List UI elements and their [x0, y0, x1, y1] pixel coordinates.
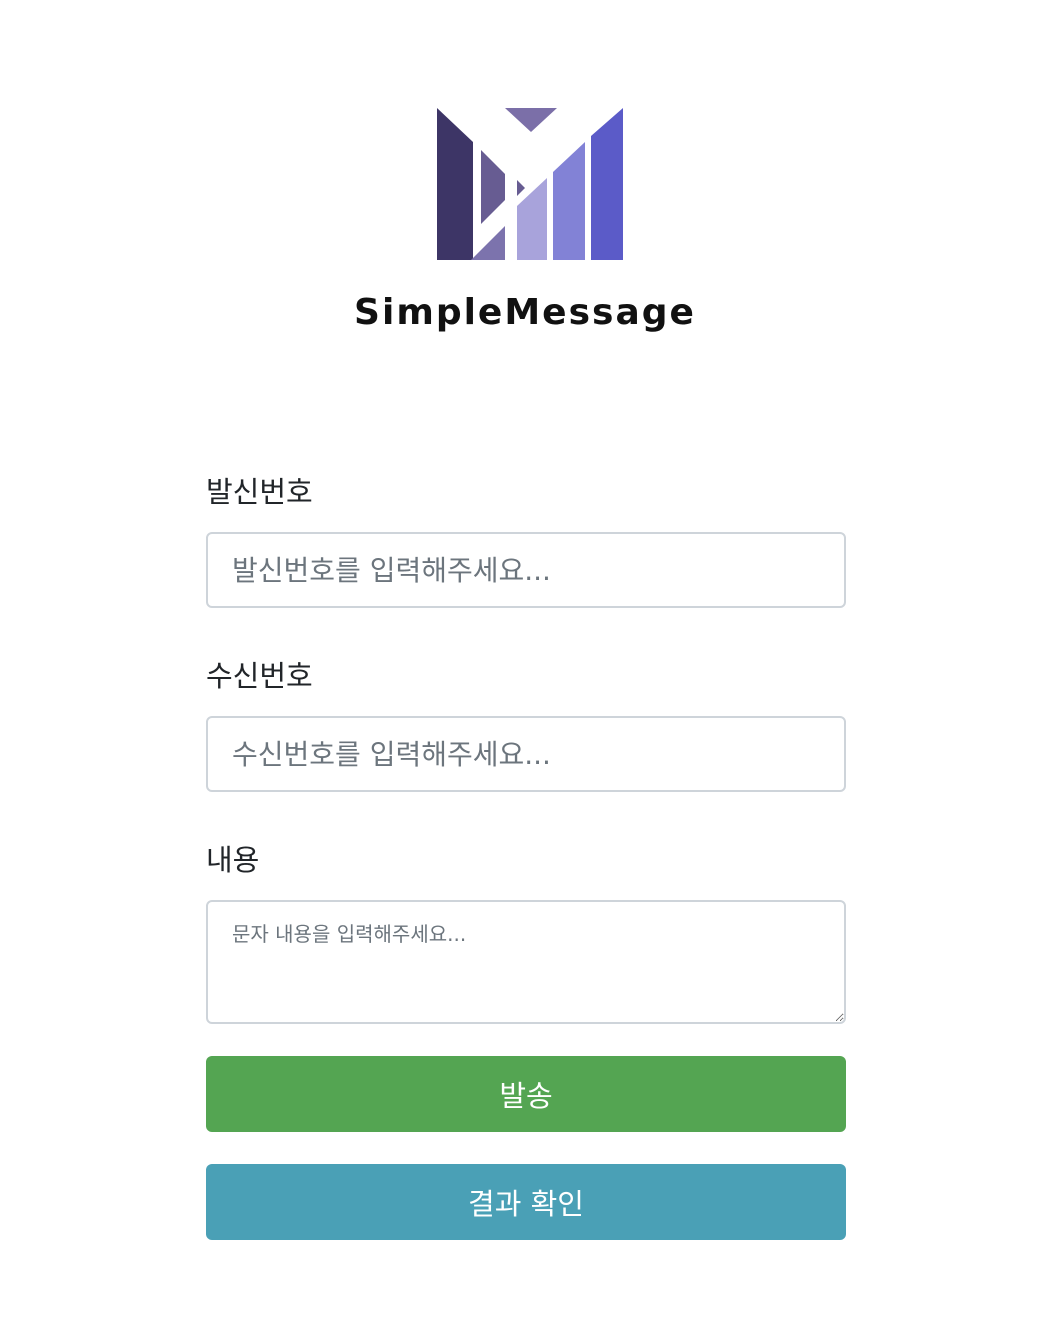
logo-text: SimpleMessage — [354, 292, 696, 333]
sender-number-input[interactable] — [206, 532, 846, 608]
logo: SimpleMessage — [0, 100, 1050, 333]
content-label: 내용 — [206, 843, 260, 877]
check-result-button[interactable]: 결과 확인 — [206, 1164, 846, 1240]
sender-group: 발신번호 — [206, 470, 846, 608]
receiver-label: 수신번호 — [206, 659, 313, 693]
receiver-group: 수신번호 — [206, 654, 846, 792]
logo-mark-icon — [437, 108, 623, 260]
send-button[interactable]: 발송 — [206, 1056, 846, 1132]
sender-label: 발신번호 — [206, 475, 313, 509]
page: SimpleMessage 발신번호 수신번호 내용 발송 결과 확인 — [0, 0, 1050, 1336]
message-content-textarea[interactable] — [206, 900, 846, 1024]
message-form: 발신번호 수신번호 내용 발송 결과 확인 — [206, 470, 846, 1240]
receiver-number-input[interactable] — [206, 716, 846, 792]
content-group: 내용 — [206, 838, 846, 1024]
